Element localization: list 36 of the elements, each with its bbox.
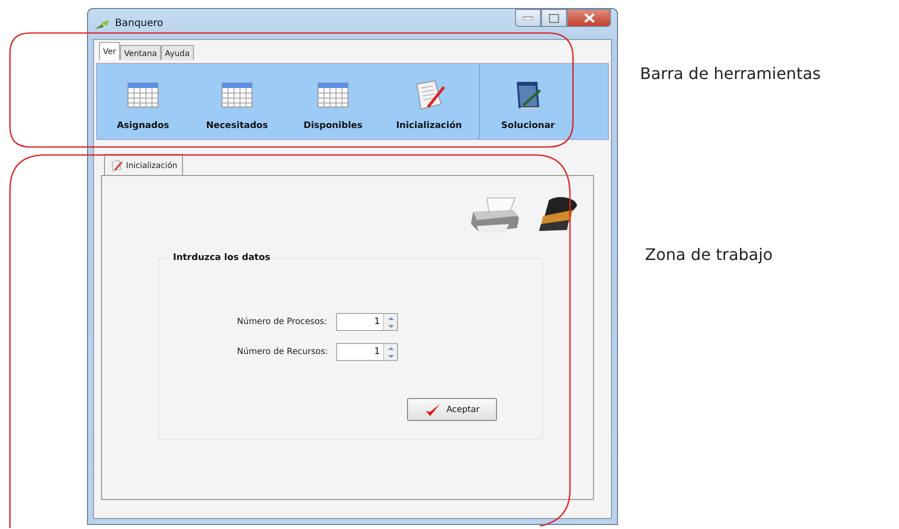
field-label: Número de Procesos:	[237, 317, 328, 327]
table-icon	[127, 80, 159, 110]
toolbar-button[interactable]: Disponibles	[285, 64, 381, 139]
close-button[interactable]	[567, 9, 611, 27]
accept-button[interactable]: Aceptar	[407, 398, 497, 421]
minimize-button[interactable]	[515, 9, 541, 27]
printer-icon	[469, 196, 521, 234]
app-icon	[94, 19, 110, 31]
maximize-icon	[549, 14, 559, 22]
maximize-button[interactable]	[541, 9, 567, 27]
menu-tab[interactable]: Ventana	[120, 45, 161, 60]
toolbar-button[interactable]: Necesitados	[189, 64, 285, 139]
scanner-icon	[539, 196, 579, 232]
number-spinner[interactable]: 1	[336, 313, 398, 331]
window-title: Banquero	[115, 18, 164, 29]
document-pencil-icon	[110, 158, 123, 172]
table-icon	[221, 80, 253, 110]
spin-up-icon	[386, 316, 395, 320]
toolbar-button[interactable]: Inicialización	[381, 64, 477, 139]
number-spinner[interactable]: 1	[336, 343, 398, 361]
annotation-label: Barra de herramientas	[640, 64, 821, 83]
field-label: Número de Recursos:	[237, 347, 328, 357]
spin-down-icon	[386, 324, 395, 328]
menu-tab[interactable]: Ayuda	[160, 45, 194, 60]
checkmark-icon	[424, 402, 440, 416]
group-title: Intrduzca los datos	[169, 253, 274, 263]
toolbar-button[interactable]: Solucionar	[482, 64, 574, 139]
annotation-label: Zona de trabajo	[645, 245, 773, 264]
spin-up-icon	[386, 346, 395, 350]
menu-tab[interactable]: Ver	[99, 42, 120, 60]
document-tab[interactable]: Inicialización	[104, 154, 184, 175]
close-icon	[584, 13, 594, 23]
toolbar-button[interactable]: Asignados	[97, 64, 189, 139]
minimize-icon	[523, 16, 533, 20]
spin-down-icon	[386, 354, 395, 358]
table-icon	[317, 80, 349, 110]
